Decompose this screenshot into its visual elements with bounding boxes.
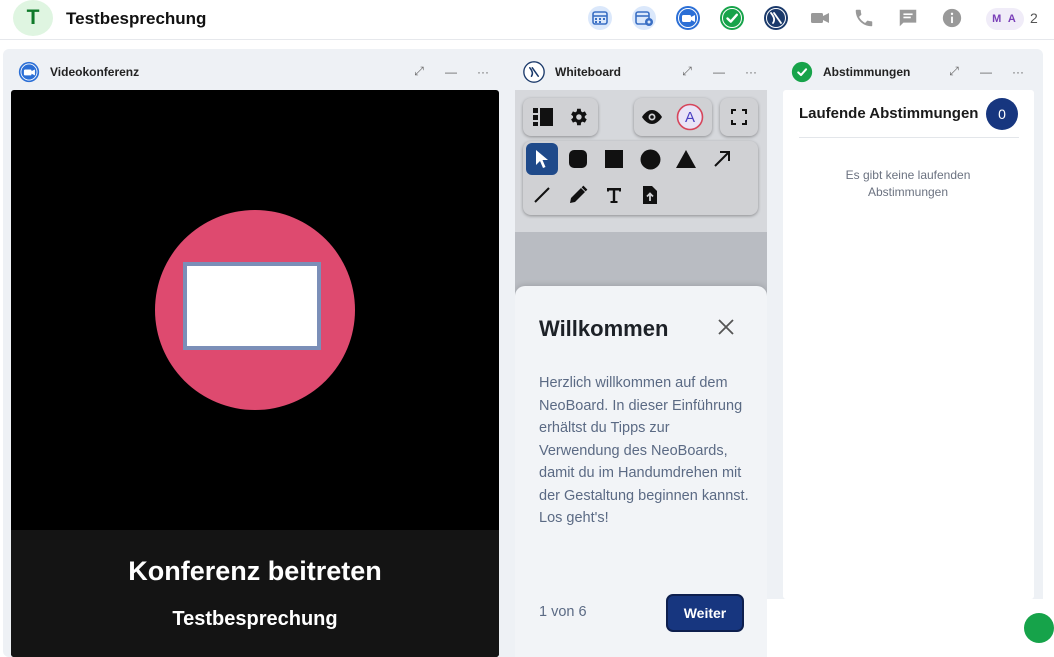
welcome-dialog: Willkommen Herzlich willkommen auf dem N…: [515, 286, 767, 657]
member-avatars[interactable]: M A: [986, 8, 1024, 30]
room-avatar[interactable]: T: [13, 0, 53, 36]
tool-group-board: [523, 98, 598, 136]
pen-tool-icon[interactable]: [562, 179, 594, 211]
whiteboard-widget-header: Whiteboard: [523, 54, 621, 90]
whiteboard-widget-icon: [523, 61, 545, 83]
next-button[interactable]: Weiter: [666, 594, 744, 632]
no-polls-message: Es gibt keine laufenden Abstimmungen: [845, 168, 971, 199]
arrow-tool-icon[interactable]: [706, 143, 738, 175]
screen-icon: [183, 262, 321, 350]
bottom-area: [767, 599, 1054, 657]
phone-icon[interactable]: [850, 4, 878, 32]
whiteboard-widget-controls: ⤢ — ···: [671, 64, 767, 79]
tool-group-presenter: A: [634, 98, 712, 136]
whiteboard-widget-title: Whiteboard: [555, 65, 621, 79]
video-widget-header: Videokonferenz: [18, 54, 139, 90]
divider: [799, 137, 1019, 138]
presenter-avatar[interactable]: A: [674, 101, 706, 133]
tool-group-draw: [523, 141, 758, 215]
more-icon[interactable]: ···: [735, 65, 767, 79]
room-title[interactable]: Testbesprechung: [66, 9, 206, 29]
tool-group-fullscreen: [720, 98, 758, 136]
minimize-icon[interactable]: —: [703, 65, 735, 79]
whiteboard-canvas[interactable]: A Willkommen Herzlich willkommen auf dem…: [515, 90, 767, 657]
polls-widget-controls: ⤢ — ···: [938, 64, 1034, 79]
line-tool-icon[interactable]: [526, 179, 558, 211]
floating-action-button[interactable]: [1024, 613, 1054, 643]
video-conference-panel: Konferenz beitreten Testbesprechung: [11, 90, 499, 657]
more-icon[interactable]: ···: [467, 65, 499, 79]
join-panel: Konferenz beitreten Testbesprechung: [11, 530, 499, 657]
video-widget-icon: [18, 61, 40, 83]
running-polls-count-badge: 0: [986, 98, 1018, 130]
video-widget-icon[interactable]: [674, 4, 702, 32]
presenter-letter: A: [685, 109, 695, 126]
upload-file-tool-icon[interactable]: [634, 179, 666, 211]
video-camera-icon[interactable]: [806, 4, 834, 32]
tour-step-indicator: 1 von 6: [539, 604, 587, 620]
calendar-icon[interactable]: [586, 4, 614, 32]
minimize-icon[interactable]: —: [435, 65, 467, 79]
settings-icon[interactable]: [562, 101, 594, 133]
close-icon[interactable]: [715, 316, 737, 338]
member-count: 2: [1030, 10, 1038, 26]
eye-icon[interactable]: [636, 101, 668, 133]
more-icon[interactable]: ···: [1002, 65, 1034, 79]
poll-widget-icon[interactable]: [718, 4, 746, 32]
chat-icon[interactable]: [894, 4, 922, 32]
welcome-dialog-title: Willkommen: [539, 316, 669, 341]
info-icon[interactable]: [938, 4, 966, 32]
whiteboard-widget-icon[interactable]: [762, 4, 790, 32]
video-placeholder-graphic: [155, 210, 355, 410]
slide-overview-icon[interactable]: [527, 101, 559, 133]
polls-widget-header: Abstimmungen: [791, 54, 910, 90]
running-polls-heading: Laufende Abstimmungen: [799, 105, 979, 122]
select-tool-icon[interactable]: [526, 143, 558, 175]
circle-tool-icon[interactable]: [634, 143, 666, 175]
expand-icon[interactable]: ⤢: [938, 64, 970, 79]
join-conference-subtitle: Testbesprechung: [172, 608, 338, 630]
poll-widget-icon: [791, 61, 813, 83]
join-conference-title[interactable]: Konferenz beitreten: [11, 556, 499, 587]
rectangle-tool-icon[interactable]: [598, 143, 630, 175]
video-widget-controls: ⤢ — ···: [403, 64, 499, 79]
triangle-tool-icon[interactable]: [670, 143, 702, 175]
fullscreen-icon[interactable]: [723, 101, 755, 133]
welcome-dialog-body: Herzlich willkommen auf dem NeoBoard. In…: [539, 375, 749, 526]
rounded-rectangle-tool-icon[interactable]: [562, 143, 594, 175]
polls-panel: Laufende Abstimmungen 0 Es gibt keine la…: [783, 90, 1034, 599]
polls-widget-title: Abstimmungen: [823, 65, 911, 79]
calendar-settings-icon[interactable]: [630, 4, 658, 32]
top-bar: T Testbesprechung M A 2: [0, 0, 1054, 40]
text-tool-icon[interactable]: [598, 179, 630, 211]
minimize-icon[interactable]: —: [970, 65, 1002, 79]
expand-icon[interactable]: ⤢: [671, 64, 703, 79]
top-toolbar: [586, 4, 982, 32]
expand-icon[interactable]: ⤢: [403, 64, 435, 79]
video-widget-title: Videokonferenz: [50, 65, 140, 79]
